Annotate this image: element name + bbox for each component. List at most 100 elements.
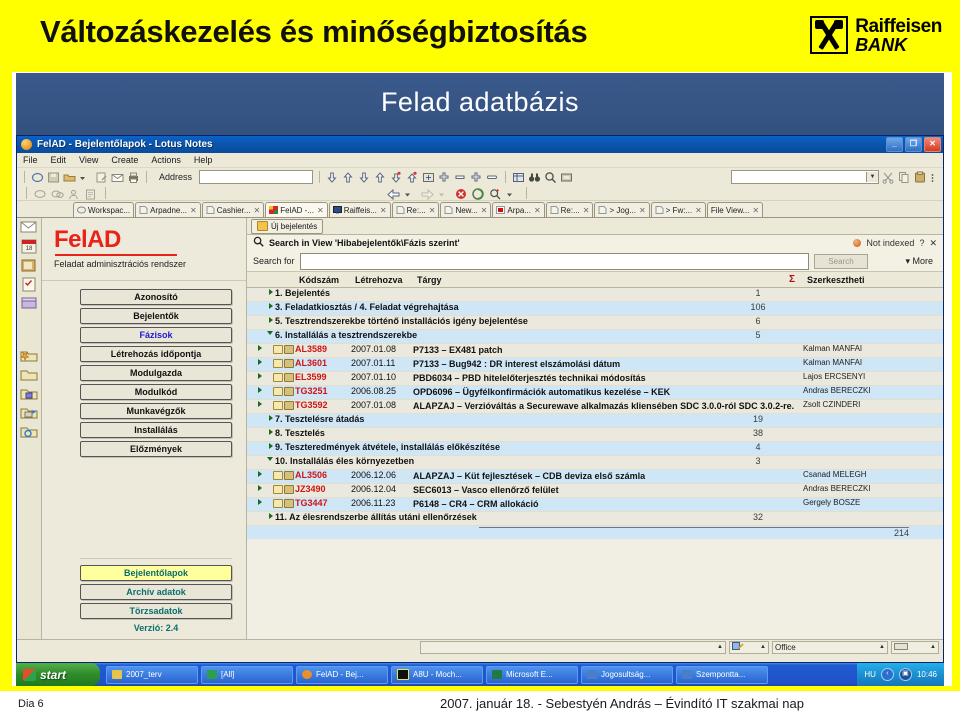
table-icon[interactable] — [512, 171, 525, 184]
search-close-button[interactable]: ✕ — [929, 238, 937, 249]
clock[interactable]: 10:46 — [917, 670, 937, 679]
column-header-szerkesztheti[interactable]: Szerkesztheti — [803, 275, 943, 285]
print-icon[interactable] — [127, 171, 140, 184]
move-up-icon[interactable] — [342, 171, 355, 184]
twisty[interactable] — [247, 470, 273, 477]
menu-item-view[interactable]: View — [79, 155, 98, 165]
mail-icon[interactable] — [111, 171, 124, 184]
tab-raiffeis[interactable]: Raiffeis... ✕ — [328, 202, 391, 217]
tab-arpa[interactable]: Arpa... ✕ — [492, 202, 545, 217]
status-location-cell[interactable]: Office ▲ — [772, 640, 888, 654]
tab-close-icon[interactable]: ✕ — [380, 206, 387, 215]
taskbar-item[interactable]: 2007_terv — [106, 665, 198, 684]
tab-close-icon[interactable]: ✕ — [481, 206, 488, 215]
paste-icon[interactable] — [914, 171, 927, 184]
nav-button-bejelentok[interactable]: Bejelentők — [80, 308, 232, 325]
twisty[interactable] — [247, 428, 273, 435]
chevron-up-icon[interactable]: ▲ — [717, 644, 723, 650]
twisty[interactable] — [247, 512, 273, 519]
calendar-bookmark-icon[interactable]: 18 — [20, 239, 38, 255]
menu-item-actions[interactable]: Actions — [151, 155, 181, 165]
navigate-icon[interactable] — [31, 171, 44, 184]
chevron-up-icon[interactable]: ▲ — [760, 644, 766, 650]
table-row[interactable]: TG3251 2006.08.25 OPD6096 – Ügyfélkonfir… — [247, 386, 943, 400]
nav-button-elozmenyek[interactable]: Előzmények — [80, 441, 232, 458]
move-up-2-icon[interactable] — [374, 171, 387, 184]
twisty[interactable] — [247, 442, 273, 449]
new-up-icon[interactable] — [406, 171, 419, 184]
style-combo[interactable]: ▼ — [731, 170, 879, 184]
status-message-cell[interactable]: ▲ — [420, 640, 726, 654]
status-keyboard-cell[interactable]: ▲ — [891, 640, 939, 654]
start-button[interactable]: start — [16, 663, 100, 686]
tray-icon-1[interactable]: ‹ — [880, 668, 894, 681]
properties-icon[interactable] — [85, 187, 98, 200]
open-dropdown-icon[interactable] — [79, 171, 92, 184]
collapse-all-icon[interactable] — [486, 171, 499, 184]
nav-button-letrehozas-idopontja[interactable]: Létrehozás időpontja — [80, 346, 232, 363]
tab-jog[interactable]: > Jog... ✕ — [594, 202, 650, 217]
favorites-bookmark-icon[interactable] — [20, 348, 38, 364]
column-header-kodszam[interactable]: Kódszám — [295, 275, 351, 285]
table-row[interactable]: TG3447 2006.11.23 P6148 – CR4 – CRM allo… — [247, 498, 943, 512]
menu-item-help[interactable]: Help — [194, 155, 213, 165]
category-row[interactable]: 11. Az élesrendszerbe állítás utáni elle… — [247, 512, 943, 526]
category-row[interactable]: 5. Tesztrendszerekbe történő installáció… — [247, 316, 943, 330]
table-row[interactable]: AL3506 2006.12.06 ALAPZAJ – Küt fejleszt… — [247, 470, 943, 484]
nav-button-modulkod[interactable]: Modulkód — [80, 384, 232, 401]
refresh-icon[interactable] — [472, 187, 485, 200]
cut-icon[interactable] — [882, 171, 895, 184]
twisty[interactable] — [247, 316, 273, 323]
nav-button-munkavegzok[interactable]: Munkavégzők — [80, 403, 232, 420]
tab-new[interactable]: New... ✕ — [440, 202, 492, 217]
tab-close-icon[interactable]: ✕ — [429, 206, 436, 215]
chevron-up-icon[interactable]: ▲ — [930, 644, 936, 650]
tab-close-icon[interactable]: ✕ — [190, 206, 197, 215]
open-folder-icon[interactable] — [63, 171, 76, 184]
menu-item-create[interactable]: Create — [111, 155, 138, 165]
document-list[interactable]: 1. Bejelentés 1 3. Feladatkiosztás / 4. … — [247, 288, 943, 639]
tab-close-icon[interactable]: ✕ — [317, 206, 324, 215]
taskbar-item[interactable]: Jogosultság... — [581, 665, 673, 684]
address-input[interactable] — [199, 170, 314, 184]
back-icon[interactable] — [387, 187, 400, 200]
category-row[interactable]: 10. Installálás éles környezetben 3 — [247, 456, 943, 470]
twisty[interactable] — [247, 358, 273, 365]
nav-button-torzsadatok[interactable]: Törzsadatok — [80, 603, 232, 619]
menu-item-edit[interactable]: Edit — [51, 155, 67, 165]
archive-bookmark-icon[interactable] — [20, 386, 38, 402]
twisty[interactable] — [247, 302, 273, 309]
twisty[interactable] — [247, 400, 273, 407]
comments-icon[interactable] — [51, 187, 64, 200]
category-row[interactable]: 1. Bejelentés 1 — [247, 288, 943, 302]
twisty-expanded[interactable] — [247, 456, 273, 461]
tasks-bookmark-icon[interactable] — [20, 277, 38, 293]
copy-icon[interactable] — [898, 171, 911, 184]
search-plus-icon[interactable] — [489, 187, 502, 200]
save-icon[interactable] — [47, 171, 60, 184]
expand-view-icon[interactable] — [422, 171, 435, 184]
twisty[interactable] — [247, 484, 273, 491]
taskbar-item[interactable]: FelAD - Bej... — [296, 665, 388, 684]
mail-bookmark-icon[interactable] — [20, 220, 38, 236]
category-row[interactable]: 3. Feladatkiosztás / 4. Feladat végrehaj… — [247, 302, 943, 316]
search-icon[interactable] — [544, 171, 557, 184]
nav-button-fazisok[interactable]: Fázisok — [80, 327, 232, 344]
tab-arpadne[interactable]: Arpadne... ✕ — [135, 202, 201, 217]
minus-icon[interactable] — [454, 171, 467, 184]
edit-document-icon[interactable] — [95, 171, 108, 184]
column-header-sigma[interactable]: Σ — [785, 274, 803, 285]
nav-button-azonosito[interactable]: Azonosító — [80, 289, 232, 306]
taskbar-item[interactable]: A8U - Moch... — [391, 665, 483, 684]
nav-button-bejelentolapok[interactable]: Bejelentőlapok — [80, 565, 232, 581]
tab-close-icon[interactable]: ✕ — [752, 206, 759, 215]
replication-bookmark-icon[interactable] — [20, 424, 38, 440]
twisty[interactable] — [247, 372, 273, 379]
save-view-icon[interactable] — [560, 171, 573, 184]
new-bejelentes-button[interactable]: Új bejelentés — [251, 218, 324, 234]
maximize-button[interactable]: ❐ — [905, 137, 922, 152]
forward-dropdown-icon[interactable] — [438, 187, 451, 200]
tab-close-icon[interactable]: ✕ — [254, 206, 261, 215]
table-row[interactable]: AL3589 2007.01.08 P7133 – EX481 patch Ka… — [247, 344, 943, 358]
new-down-icon[interactable] — [390, 171, 403, 184]
